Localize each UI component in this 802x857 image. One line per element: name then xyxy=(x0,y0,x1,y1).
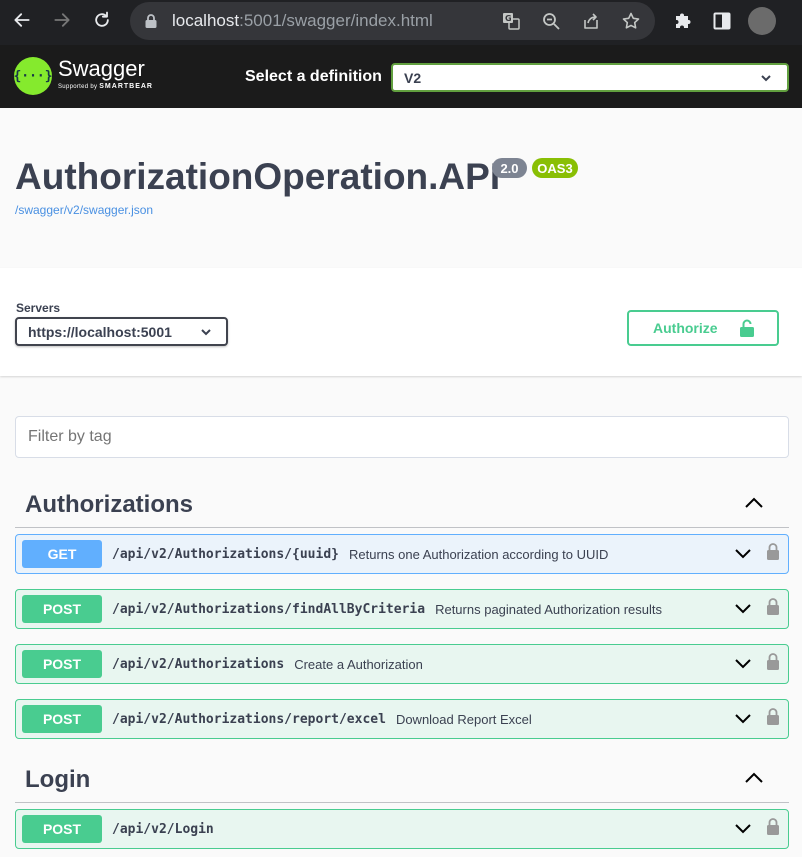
chevron-down-icon[interactable] xyxy=(734,657,752,671)
bookmark-star-icon[interactable] xyxy=(617,7,645,35)
unlocked-icon xyxy=(740,319,754,337)
servers-label: Servers xyxy=(16,301,61,315)
url-text: localhost:5001/swagger/index.html xyxy=(172,11,433,31)
extensions-puzzle-icon[interactable] xyxy=(668,5,700,37)
api-title: AuthorizationOperation.API xyxy=(15,156,501,197)
version-badge: 2.0 xyxy=(492,158,527,178)
operation-get-authorization-by-uuid[interactable]: GET /api/v2/Authorizations/{uuid} Return… xyxy=(15,534,789,574)
operation-path: /api/v2/Authorizations xyxy=(112,656,285,672)
logo-tagline: Supported by SMARTBEAR xyxy=(58,83,153,90)
lock-icon[interactable] xyxy=(766,818,780,835)
chevron-down-icon[interactable] xyxy=(734,712,752,726)
operation-path: /api/v2/Authorizations/report/excel xyxy=(112,711,386,727)
chevron-up-icon xyxy=(745,772,763,783)
operation-summary: Returns one Authorization according to U… xyxy=(348,546,609,562)
logo-name: Swagger xyxy=(58,56,145,81)
operation-path: /api/v2/Login xyxy=(112,821,214,837)
svg-text:G: G xyxy=(505,14,512,23)
method-badge: GET xyxy=(22,540,102,568)
operation-post-report-excel[interactable]: POST /api/v2/Authorizations/report/excel… xyxy=(15,699,789,739)
filter-by-tag-input[interactable] xyxy=(15,416,789,458)
operation-post-create-authorization[interactable]: POST /api/v2/Authorizations Create a Aut… xyxy=(15,644,789,684)
profile-avatar[interactable] xyxy=(748,7,776,35)
chevron-down-icon[interactable] xyxy=(734,822,752,836)
logo-sub-brand: SMARTBEAR xyxy=(99,83,153,90)
lock-icon xyxy=(145,14,157,28)
lock-icon[interactable] xyxy=(766,653,780,670)
back-icon[interactable] xyxy=(2,0,42,40)
chevron-down-icon[interactable] xyxy=(734,547,752,561)
servers-value: https://localhost:5001 xyxy=(28,323,172,340)
address-bar[interactable]: localhost:5001/swagger/index.html G xyxy=(130,2,655,40)
operation-post-find-all-by-criteria[interactable]: POST /api/v2/Authorizations/findAllByCri… xyxy=(15,589,789,629)
method-badge: POST xyxy=(22,705,102,733)
browser-toolbar: localhost:5001/swagger/index.html G xyxy=(0,0,802,45)
chevron-up-icon xyxy=(745,497,763,508)
chevron-down-icon xyxy=(201,329,211,336)
chevron-down-icon xyxy=(761,75,771,82)
definition-label: Select a definition xyxy=(245,68,382,85)
tag-authorizations[interactable]: Authorizations xyxy=(15,479,789,528)
servers-select[interactable]: https://localhost:5001 xyxy=(15,317,228,346)
authorize-button[interactable]: Authorize xyxy=(627,310,779,346)
tag-login[interactable]: Login xyxy=(15,754,789,803)
definition-select[interactable]: V2 xyxy=(391,63,789,92)
operation-post-login[interactable]: POST /api/v2/Login xyxy=(15,809,789,849)
definition-value: V2 xyxy=(404,69,422,86)
method-badge: POST xyxy=(22,650,102,678)
translate-icon[interactable]: G xyxy=(497,7,525,35)
share-icon[interactable] xyxy=(577,7,605,35)
side-panel-icon[interactable] xyxy=(706,5,738,37)
oas-badge: OAS3 xyxy=(532,158,578,178)
authorize-label: Authorize xyxy=(653,320,718,336)
swagger-logo[interactable]: {···} Swagger Supported by SMARTBEAR xyxy=(13,56,153,95)
spec-link[interactable]: /swagger/v2/swagger.json xyxy=(15,203,153,217)
url-host: localhost xyxy=(172,11,240,30)
swagger-logo-icon: {···} xyxy=(13,57,53,95)
operation-summary: Returns paginated Authorization results xyxy=(435,601,662,617)
operation-path: /api/v2/Authorizations/findAllByCriteria xyxy=(112,601,426,617)
forward-icon[interactable] xyxy=(42,0,82,40)
chevron-down-icon[interactable] xyxy=(734,602,752,616)
lock-icon[interactable] xyxy=(766,543,780,560)
tag-title: Login xyxy=(25,766,91,793)
url-path: :5001/swagger/index.html xyxy=(239,11,433,30)
method-badge: POST xyxy=(22,815,102,843)
lock-icon[interactable] xyxy=(766,598,780,615)
reload-icon[interactable] xyxy=(82,0,122,40)
swagger-topbar: {···} Swagger Supported by SMARTBEAR Sel… xyxy=(0,45,802,108)
zoom-out-icon[interactable] xyxy=(537,7,565,35)
lock-icon[interactable] xyxy=(766,708,780,725)
method-badge: POST xyxy=(22,595,102,623)
logo-sub-prefix: Supported by xyxy=(58,84,98,90)
scheme-container: Servers https://localhost:5001 Authorize xyxy=(0,268,802,376)
operation-summary: Download Report Excel xyxy=(395,711,532,727)
operation-summary: Create a Authorization xyxy=(294,656,423,672)
tag-title: Authorizations xyxy=(25,491,193,518)
operation-path: /api/v2/Authorizations/{uuid} xyxy=(112,546,339,562)
